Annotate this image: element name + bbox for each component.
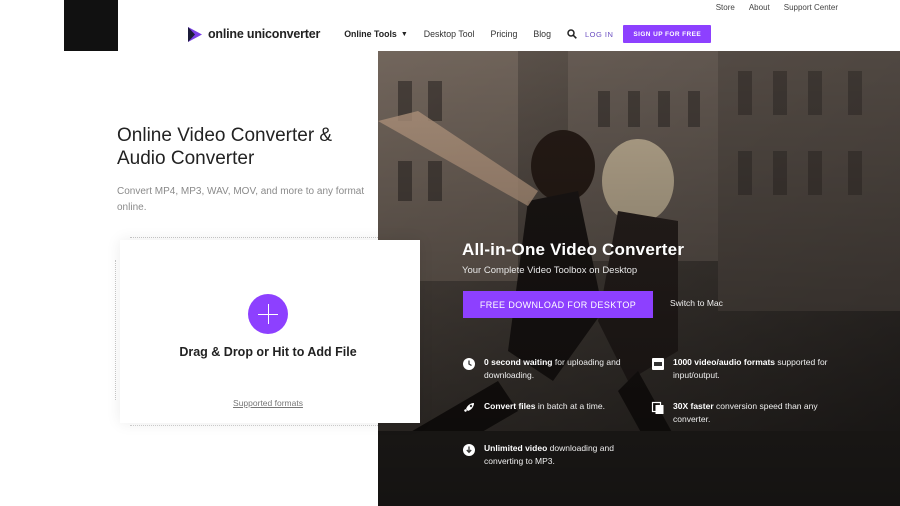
feature-item: Convert files in batch at a time. [462, 400, 632, 415]
utility-nav: Store About Support Center [716, 3, 838, 12]
clock-icon [463, 358, 475, 370]
copy-icon [651, 401, 664, 414]
logo-play-icon [188, 26, 202, 42]
feature-text: in batch at a time. [535, 401, 605, 411]
nav-pricing[interactable]: Pricing [490, 29, 517, 39]
download-icon [463, 444, 475, 456]
feature-item: 30X faster conversion speed than any con… [651, 400, 831, 426]
nav-online-tools[interactable]: Online Tools ▼ [344, 29, 408, 39]
nav-online-tools-label: Online Tools [344, 29, 397, 39]
hero-title: Online Video Converter & Audio Converter [117, 125, 333, 169]
hero-subtitle: Convert MP4, MP3, WAV, MOV, and more to … [117, 186, 365, 213]
feature-bold: 30X faster [673, 401, 714, 411]
switch-to-mac-link[interactable]: Switch to Mac [670, 298, 723, 308]
about-link[interactable]: About [749, 3, 770, 12]
nav-blog[interactable]: Blog [533, 29, 551, 39]
logo[interactable]: online uniconverter [186, 26, 320, 43]
upload-dropzone[interactable]: Drag & Drop or Hit to Add File Supported… [120, 240, 420, 423]
feature-bold: Convert files [484, 401, 536, 411]
feature-item: 0 second waiting for uploading and downl… [462, 356, 632, 382]
search-icon[interactable] [567, 29, 577, 39]
free-download-button[interactable]: FREE DOWNLOAD FOR DESKTOP [463, 291, 653, 318]
support-center-link[interactable]: Support Center [784, 3, 838, 12]
feature-item: 1000 video/audio formats supported for i… [651, 356, 831, 382]
feature-bold: Unlimited video [484, 443, 548, 453]
divider [130, 237, 378, 238]
feature-bold: 1000 video/audio formats [673, 357, 776, 367]
supported-formats-link[interactable]: Supported formats [120, 398, 416, 408]
main-nav: online uniconverter Online Tools ▼ Deskt… [186, 22, 712, 46]
divider [115, 260, 116, 400]
signup-button[interactable]: SIGN UP FOR FREE [623, 25, 712, 43]
add-file-plus-icon[interactable] [248, 294, 288, 334]
store-link[interactable]: Store [716, 3, 735, 12]
promo-subtitle: Your Complete Video Toolbox on Desktop [462, 265, 638, 276]
rocket-icon [464, 403, 474, 412]
feature-item: Unlimited video downloading and converti… [462, 442, 642, 468]
nav-desktop-tool[interactable]: Desktop Tool [424, 29, 475, 39]
film-icon [652, 358, 664, 370]
divider [130, 425, 380, 426]
feature-bold: 0 second waiting [484, 357, 553, 367]
logo-text: online uniconverter [208, 27, 321, 41]
promo-panel: All-in-One Video Converter Your Complete… [378, 51, 900, 506]
promo-title: All-in-One Video Converter [462, 240, 685, 259]
corner-black-block [64, 0, 118, 51]
login-link[interactable]: LOG IN [585, 30, 613, 39]
drop-instruction: Drag & Drop or Hit to Add File [179, 345, 357, 359]
caret-down-icon: ▼ [400, 30, 408, 38]
